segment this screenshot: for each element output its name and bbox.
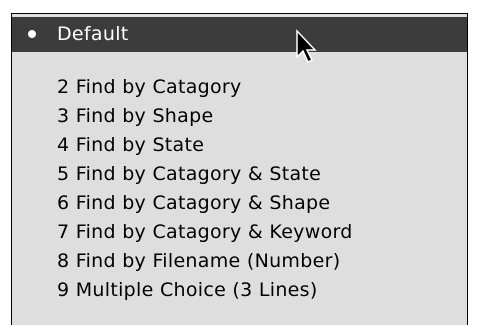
popup-menu: Default 2 Find by Catagory 3 Find by Sha… bbox=[11, 13, 468, 325]
menu-item-label: Default bbox=[57, 23, 129, 45]
menu-item-label: 4 Find by State bbox=[57, 134, 205, 156]
menu-item-find-by-catagory-and-keyword[interactable]: 7 Find by Catagory & Keyword bbox=[12, 217, 467, 247]
menu-item-label: 2 Find by Catagory bbox=[57, 76, 242, 98]
menu-item-label: 5 Find by Catagory & State bbox=[57, 163, 322, 185]
menu-item-find-by-catagory[interactable]: 2 Find by Catagory bbox=[12, 72, 467, 102]
menu-item-label: 6 Find by Catagory & Shape bbox=[57, 192, 331, 214]
arrow-cursor-icon bbox=[296, 29, 317, 64]
bullet-icon bbox=[28, 30, 36, 38]
menu-item-find-by-shape[interactable]: 3 Find by Shape bbox=[12, 101, 467, 131]
menu-item-multiple-choice[interactable]: 9 Multiple Choice (3 Lines) bbox=[12, 275, 467, 305]
menu-item-label: 9 Multiple Choice (3 Lines) bbox=[57, 279, 318, 301]
menu-item-find-by-filename[interactable]: 8 Find by Filename (Number) bbox=[12, 246, 467, 276]
menu-item-label: 7 Find by Catagory & Keyword bbox=[57, 221, 353, 243]
menu-item-label: 3 Find by Shape bbox=[57, 105, 214, 127]
menu-item-find-by-state[interactable]: 4 Find by State bbox=[12, 130, 467, 160]
menu-item-find-by-catagory-and-state[interactable]: 5 Find by Catagory & State bbox=[12, 159, 467, 189]
menu-item-label: 8 Find by Filename (Number) bbox=[57, 250, 341, 272]
menu-item-default[interactable]: Default bbox=[12, 17, 467, 52]
menu-item-find-by-catagory-and-shape[interactable]: 6 Find by Catagory & Shape bbox=[12, 188, 467, 218]
